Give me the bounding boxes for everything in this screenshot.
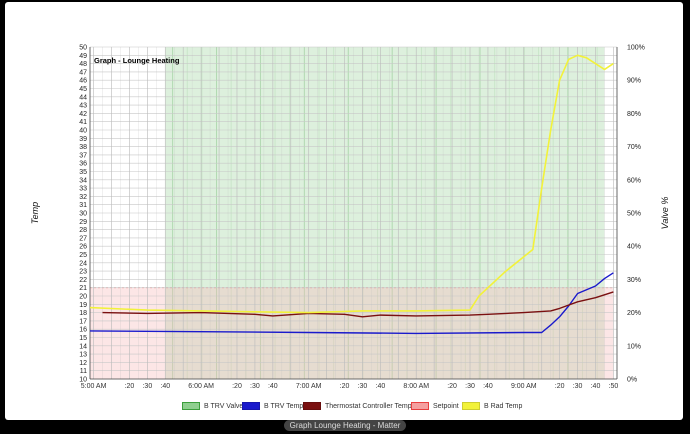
x-tick-label: 7:00 AM (296, 383, 322, 390)
y-tick-label: 42 (79, 111, 87, 118)
y-tick-label: 23 (79, 269, 87, 276)
y2-tick-label: 100% (627, 45, 645, 52)
y-tick-label: 30 (79, 211, 87, 218)
y-tick-label: 35 (79, 169, 87, 176)
x-tick-label: :40 (160, 383, 170, 390)
y-tick-label: 45 (79, 86, 87, 93)
y-tick-label: 21 (79, 285, 87, 292)
y-tick-label: 27 (79, 235, 87, 242)
legend-swatch (182, 402, 200, 411)
x-tick-label: :40 (268, 383, 278, 390)
x-tick-label: :40 (483, 383, 493, 390)
y-tick-label: 46 (79, 78, 87, 85)
y-tick-label: 40 (79, 128, 87, 135)
y-tick-label: 31 (79, 202, 87, 209)
y-tick-label: 29 (79, 219, 87, 226)
y2-tick-label: 10% (627, 343, 641, 350)
x-tick-label: 9:00 AM (511, 383, 537, 390)
y-tick-label: 50 (79, 45, 87, 52)
y-tick-label: 48 (79, 61, 87, 68)
legend-item-thermostat-controller-temp[interactable]: Thermostat Controller Temp (303, 400, 412, 414)
y-tick-label: 14 (79, 343, 87, 350)
y2-tick-label: 20% (627, 310, 641, 317)
y-tick-label: 17 (79, 318, 87, 325)
x-tick-label: :30 (465, 383, 475, 390)
x-tick-label: :20 (340, 383, 350, 390)
legend-label: B TRV Valve (204, 403, 244, 410)
legend-label: Setpoint (433, 403, 459, 410)
x-tick-label: :40 (591, 383, 601, 390)
x-tick-label: :20 (447, 383, 457, 390)
y-tick-label: 37 (79, 152, 87, 159)
y-tick-label: 11 (80, 368, 87, 375)
y2-tick-label: 50% (627, 211, 641, 218)
y-tick-label: 41 (79, 119, 87, 126)
y2-tick-label: 40% (627, 244, 641, 251)
legend-item-b-rad-temp[interactable]: B Rad Temp (462, 400, 522, 414)
y-tick-label: 32 (79, 194, 87, 201)
y-tick-label: 20 (79, 294, 87, 301)
x-tick-label: :30 (573, 383, 583, 390)
y2-axis-title: Valve % (660, 197, 670, 230)
y-tick-label: 26 (79, 244, 87, 251)
x-tick-label: 8:00 AM (403, 383, 429, 390)
y-tick-label: 22 (79, 277, 87, 284)
y-tick-label: 49 (79, 53, 87, 60)
y-tick-label: 18 (79, 310, 87, 317)
y-tick-label: 43 (79, 103, 87, 110)
x-tick-label: :30 (250, 383, 260, 390)
y-tick-label: 33 (79, 186, 87, 193)
y-tick-label: 15 (79, 335, 87, 342)
y-tick-label: 16 (79, 327, 87, 334)
y-tick-label: 25 (79, 252, 87, 259)
x-tick-label: 5:00 AM (81, 383, 107, 390)
y2-tick-label: 90% (627, 78, 641, 85)
chart-title: Graph - Lounge Heating (94, 56, 180, 65)
y-tick-label: 12 (79, 360, 87, 367)
y-tick-label: 36 (79, 161, 87, 168)
x-tick-label: :30 (142, 383, 152, 390)
y2-tick-label: 60% (627, 177, 641, 184)
y-tick-label: 24 (79, 260, 87, 267)
y-tick-label: 47 (79, 69, 87, 76)
legend-label: Thermostat Controller Temp (325, 403, 412, 410)
legend-label: B Rad Temp (484, 403, 523, 410)
legend-label: B TRV Temp (264, 403, 304, 410)
y-tick-label: 13 (79, 352, 87, 359)
legend-item-b-trv-valve[interactable]: B TRV Valve (182, 400, 243, 414)
legend-swatch (462, 402, 480, 411)
legend-item-b-trv-temp[interactable]: B TRV Temp (242, 400, 303, 414)
legend-item-setpoint[interactable]: Setpoint (411, 400, 459, 414)
y2-tick-label: 30% (627, 277, 641, 284)
legend-swatch (411, 402, 429, 411)
y-axis-title: Temp (30, 202, 40, 224)
y-tick-label: 28 (79, 227, 87, 234)
y2-tick-label: 0% (627, 377, 637, 384)
chart-legend: B TRV Valve B TRV Temp Thermostat Contro… (0, 400, 690, 414)
x-tick-label: 6:00 AM (188, 383, 214, 390)
y-tick-label: 34 (79, 177, 87, 184)
y-tick-label: 38 (79, 144, 87, 151)
y-tick-label: 19 (79, 302, 87, 309)
x-tick-label: :50 (609, 383, 619, 390)
chart-svg: 1011121314151617181920212223242526272829… (30, 45, 670, 391)
x-tick-label: :20 (555, 383, 565, 390)
x-tick-label: :30 (358, 383, 368, 390)
x-tick-label: :20 (232, 383, 242, 390)
screenshot-frame: 10 11 12 13 14 15 16 17 18 19 20 21 22 23 24 25 26 27 28 29… (0, 0, 690, 434)
y2-tick-label: 80% (627, 111, 641, 118)
legend-swatch (242, 402, 260, 411)
y2-tick-label: 70% (627, 144, 641, 151)
y-tick-label: 44 (79, 94, 87, 101)
legend-swatch (303, 402, 321, 411)
image-caption: Graph Lounge Heating - Matter (0, 420, 690, 434)
y-tick-label: 39 (79, 136, 87, 143)
x-tick-label: :20 (125, 383, 135, 390)
x-tick-label: :40 (376, 383, 386, 390)
